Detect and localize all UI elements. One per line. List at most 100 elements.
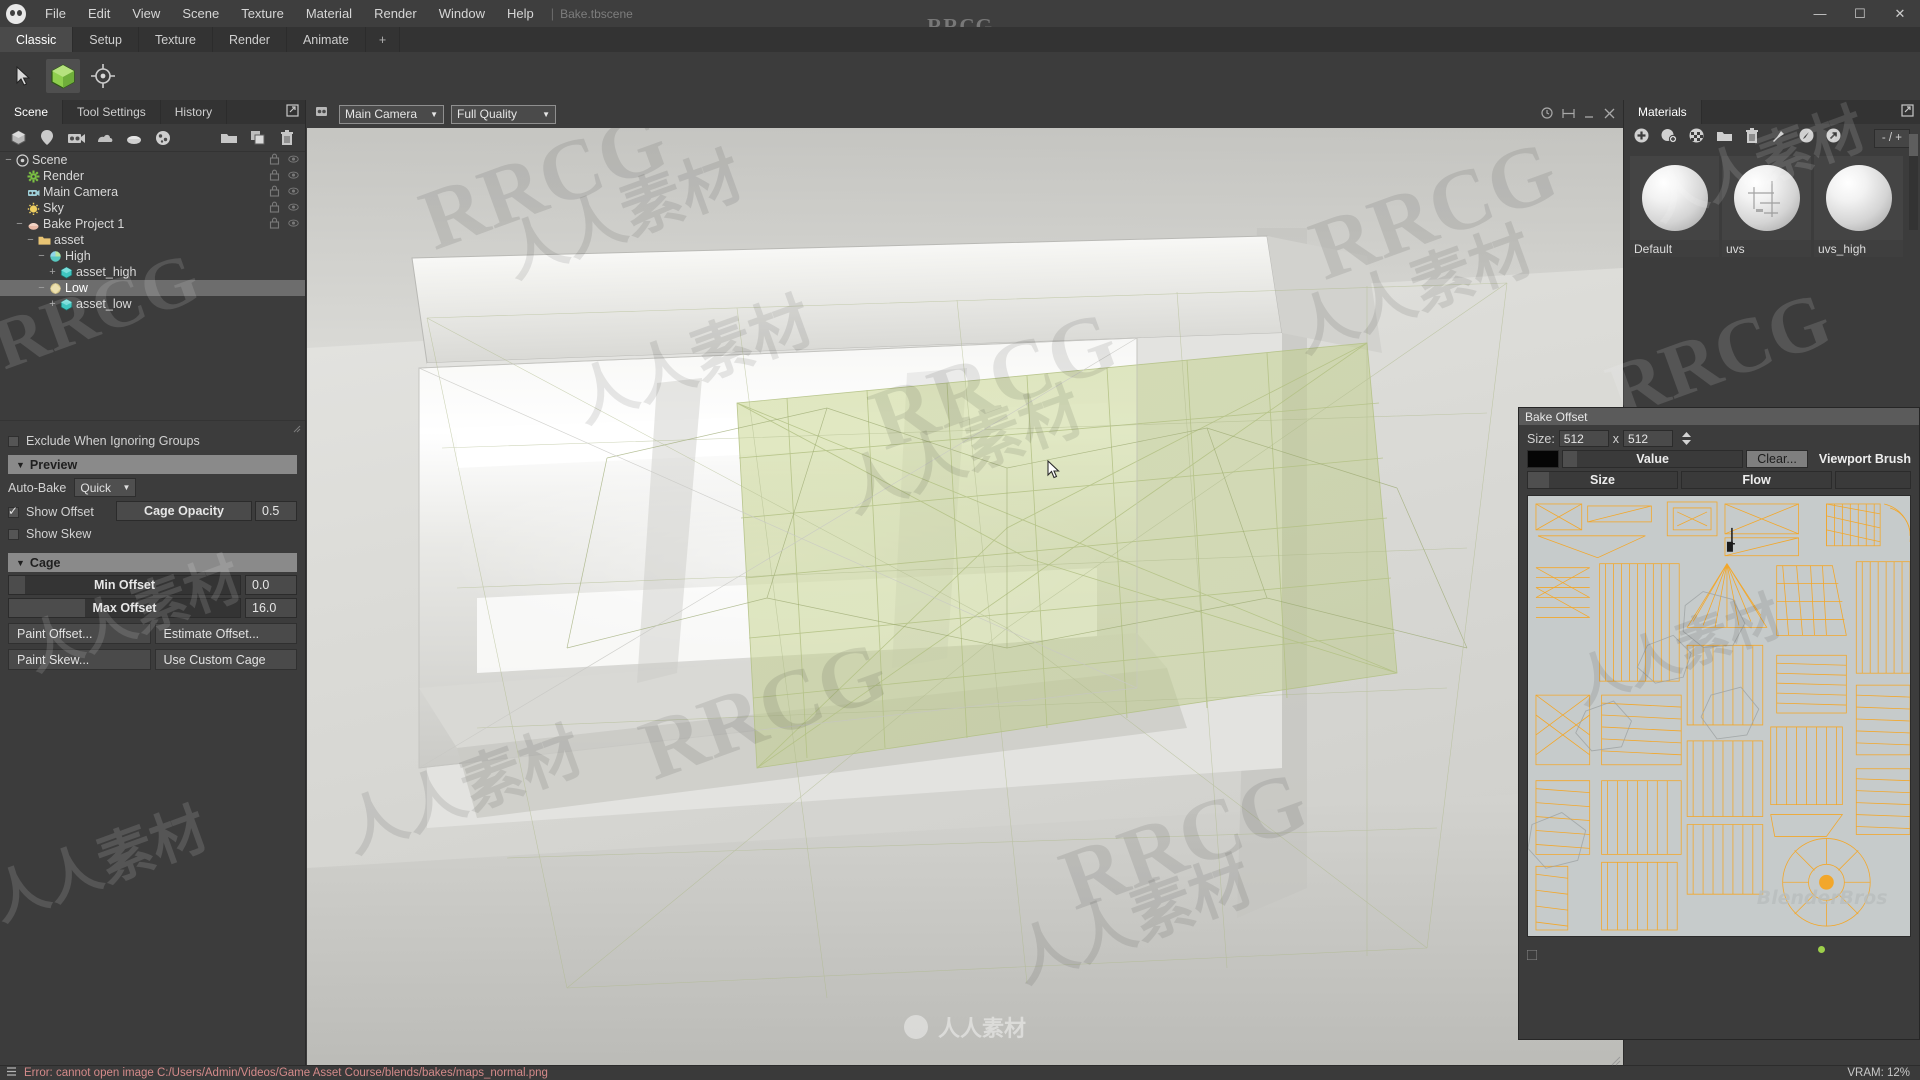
- paint-skew-button[interactable]: Paint Skew...: [8, 649, 151, 670]
- checker-material-icon[interactable]: [1689, 128, 1704, 148]
- menu-item-help[interactable]: Help: [496, 0, 545, 27]
- paint-offset-button[interactable]: Paint Offset...: [8, 623, 151, 644]
- maximize-icon[interactable]: ☐: [1840, 0, 1880, 27]
- spinner-up-down-icon[interactable]: [1681, 431, 1692, 446]
- tab-tool-settings[interactable]: Tool Settings: [63, 100, 161, 124]
- tab-animate[interactable]: Animate: [287, 27, 366, 52]
- menu-item-scene[interactable]: Scene: [171, 0, 230, 27]
- color-swatch[interactable]: [1527, 450, 1559, 468]
- camera-select[interactable]: Main Camera ▼: [339, 104, 444, 124]
- brush-size-slider[interactable]: Size: [1527, 471, 1679, 489]
- delete-material-icon[interactable]: [1745, 127, 1759, 149]
- scene-outliner[interactable]: − Scene Render Main Camera Sky − Bake Project …: [0, 152, 305, 420]
- menu-item-material[interactable]: Material: [295, 0, 363, 27]
- eye-icon[interactable]: [288, 201, 299, 213]
- menu-item-render[interactable]: Render: [363, 0, 428, 27]
- bake-offset-panel[interactable]: Bake Offset Size: 512 x 512 Value Clear.…: [1518, 407, 1920, 1040]
- transform-gizmo-icon[interactable]: [86, 59, 120, 93]
- lock-icon[interactable]: [269, 169, 280, 181]
- max-offset-value[interactable]: 16.0: [245, 598, 297, 618]
- tab-scene[interactable]: Scene: [0, 100, 64, 124]
- duplicate-icon[interactable]: [248, 128, 268, 148]
- status-menu-icon[interactable]: [6, 1064, 17, 1080]
- viewport-expand-icon[interactable]: [315, 105, 332, 123]
- add-mesh-icon[interactable]: [8, 128, 28, 148]
- eye-icon[interactable]: [288, 185, 299, 197]
- resize-grip-icon[interactable]: [1526, 947, 1538, 961]
- add-camera-icon[interactable]: [66, 128, 86, 148]
- tree-expander[interactable]: −: [37, 282, 46, 294]
- estimate-offset-button[interactable]: Estimate Offset...: [154, 623, 297, 644]
- lock-icon[interactable]: [269, 153, 280, 165]
- outliner-row-high[interactable]: − High: [0, 248, 305, 264]
- tab-add-button[interactable]: +: [366, 27, 401, 52]
- outliner-row-bake-project-1[interactable]: − Bake Project 1: [0, 216, 305, 232]
- brush-extra-slider[interactable]: [1835, 471, 1911, 489]
- viewport-resize-grip-icon[interactable]: [1611, 1053, 1621, 1066]
- material-item-uvs[interactable]: uvs: [1722, 156, 1811, 257]
- add-texture-icon[interactable]: [153, 128, 173, 148]
- stats-icon[interactable]: [1541, 106, 1553, 124]
- show-offset-checkbox[interactable]: [8, 504, 19, 518]
- add-sky-icon[interactable]: [95, 128, 115, 148]
- materials-scrollbar[interactable]: [1909, 134, 1918, 230]
- tab-classic[interactable]: Classic: [0, 27, 74, 52]
- show-skew-checkbox[interactable]: [8, 528, 19, 540]
- viewport-3d-canvas[interactable]: [307, 128, 1623, 1065]
- cage-opacity-label[interactable]: Cage Opacity: [116, 501, 252, 521]
- tree-expander[interactable]: +: [48, 266, 57, 278]
- popout-icon[interactable]: [1901, 104, 1914, 122]
- outliner-row-asset-high[interactable]: + asset_high: [0, 264, 305, 280]
- tab-setup[interactable]: Setup: [73, 27, 139, 52]
- outliner-row-asset-low[interactable]: + asset_low: [0, 296, 305, 312]
- bake-offset-title[interactable]: Bake Offset: [1519, 408, 1919, 425]
- outliner-resize-area[interactable]: [0, 420, 305, 433]
- delete-icon[interactable]: [277, 128, 297, 148]
- popout-icon[interactable]: [286, 104, 299, 122]
- lock-icon[interactable]: [269, 185, 280, 197]
- menu-item-window[interactable]: Window: [428, 0, 496, 27]
- brush-flow-slider[interactable]: Flow: [1681, 471, 1833, 489]
- select-arrow-icon[interactable]: [6, 59, 40, 93]
- resize-grip-icon[interactable]: [293, 420, 301, 433]
- outliner-row-low[interactable]: − Low: [0, 280, 305, 296]
- menu-item-texture[interactable]: Texture: [230, 0, 295, 27]
- section-cage[interactable]: ▼ Cage: [8, 553, 297, 572]
- exclude-when-ignoring-groups-row[interactable]: Exclude When Ignoring Groups: [0, 430, 305, 452]
- tree-expander[interactable]: +: [48, 298, 57, 310]
- tab-materials[interactable]: Materials: [1624, 100, 1702, 124]
- auto-bake-select[interactable]: Quick ▼: [74, 478, 137, 497]
- viewport[interactable]: Main Camera ▼ Full Quality ▼ 人人素材: [307, 92, 1623, 1066]
- assign-material-icon[interactable]: [1799, 128, 1814, 148]
- close-viewport-icon[interactable]: [1604, 106, 1615, 124]
- menu-item-view[interactable]: View: [121, 0, 171, 27]
- eye-icon[interactable]: [288, 153, 299, 165]
- clear-button[interactable]: Clear...: [1746, 450, 1808, 468]
- menu-item-edit[interactable]: Edit: [77, 0, 121, 27]
- value-slider[interactable]: Value: [1562, 450, 1744, 468]
- add-material-icon[interactable]: [1634, 128, 1649, 148]
- lock-icon[interactable]: [269, 217, 280, 229]
- quality-select[interactable]: Full Quality ▼: [451, 104, 556, 124]
- minimize-viewport-icon[interactable]: [1584, 106, 1595, 124]
- size-width-field[interactable]: 512: [1558, 430, 1609, 447]
- material-ratio-display[interactable]: - / +: [1873, 128, 1910, 148]
- tree-expander[interactable]: −: [4, 154, 13, 166]
- min-offset-slider[interactable]: Min Offset: [8, 575, 241, 595]
- exclude-checkbox[interactable]: [8, 435, 19, 447]
- material-folder-icon[interactable]: [1716, 129, 1733, 148]
- object-cube-icon[interactable]: [46, 59, 80, 93]
- show-skew-row[interactable]: Show Skew: [0, 523, 305, 545]
- outliner-row-scene[interactable]: − Scene: [0, 152, 305, 168]
- material-item-default[interactable]: Default: [1630, 156, 1719, 257]
- scrollbar-thumb[interactable]: [1909, 134, 1918, 156]
- tree-expander[interactable]: −: [26, 234, 35, 246]
- outliner-row-asset[interactable]: − asset: [0, 232, 305, 248]
- new-folder-icon[interactable]: [219, 128, 239, 148]
- minimize-icon[interactable]: —: [1800, 0, 1840, 27]
- eye-icon[interactable]: [288, 169, 299, 181]
- eye-icon[interactable]: [288, 217, 299, 229]
- outliner-row-render[interactable]: Render: [0, 168, 305, 184]
- duplicate-material-icon[interactable]: [1661, 128, 1678, 148]
- add-light-icon[interactable]: [37, 128, 57, 148]
